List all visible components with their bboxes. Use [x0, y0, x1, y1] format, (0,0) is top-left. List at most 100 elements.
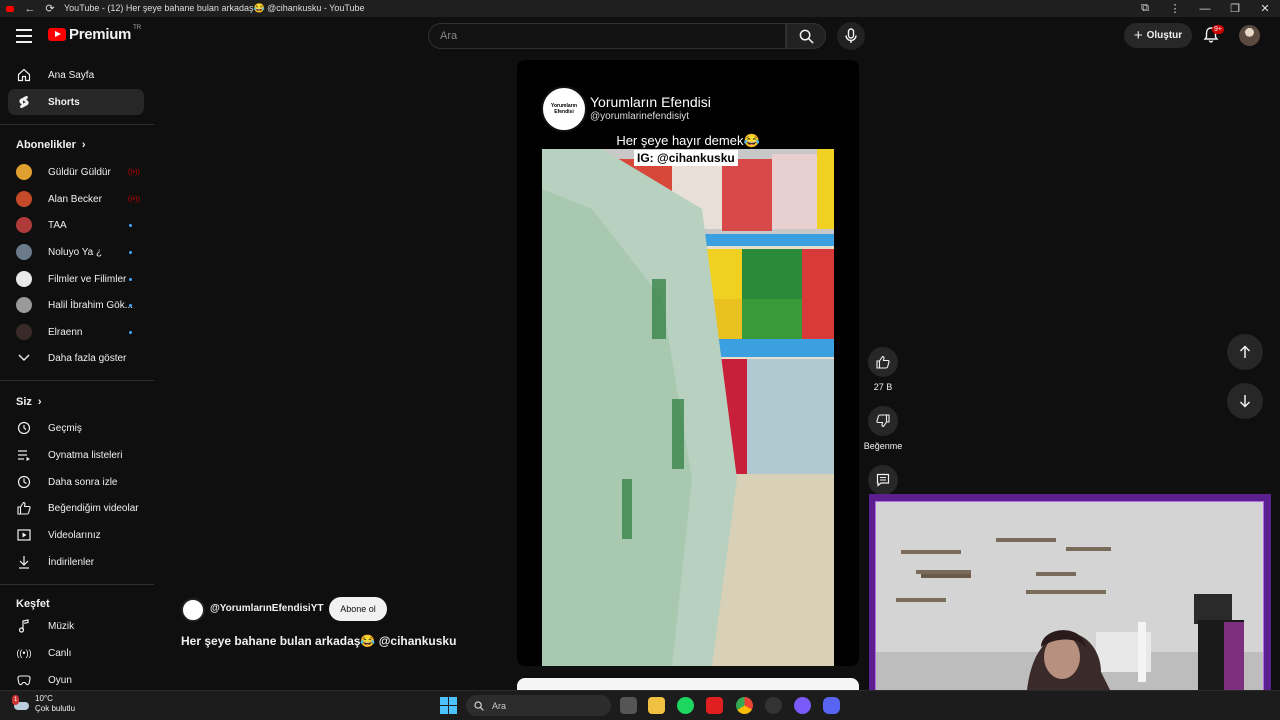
sidebar-item-subscription[interactable]: Halil İbrahim Gök...	[8, 292, 144, 318]
sidebar-item-label: Alan Becker	[48, 193, 102, 205]
sidebar-item-music[interactable]: Müzik	[8, 613, 144, 639]
sidebar-item-label: Ana Sayfa	[48, 69, 95, 81]
playlists-icon	[17, 448, 31, 462]
comment-icon	[876, 473, 890, 487]
previous-short-button[interactable]	[1227, 334, 1263, 370]
close-button[interactable]: ✕	[1250, 0, 1280, 17]
more-options-icon[interactable]: ⋮	[1160, 0, 1190, 17]
back-icon[interactable]: ←	[20, 0, 40, 17]
sidebar-item-label: Noluyo Ya ¿	[48, 246, 103, 258]
explore-heading: Keşfet	[16, 598, 50, 610]
you-heading[interactable]: Siz ›	[16, 396, 42, 408]
sidebar-item-liked-videos[interactable]: Beğendiğim videolar	[8, 495, 144, 521]
create-label: Oluştur	[1146, 30, 1183, 41]
your-videos-icon	[17, 528, 31, 542]
chevron-right-icon: ›	[81, 139, 86, 151]
thumbs-up-icon	[17, 501, 31, 515]
sidebar-item-playlists[interactable]: Oynatma listeleri	[8, 442, 144, 468]
search-input[interactable]: Ara	[428, 23, 786, 49]
channel-avatar	[16, 191, 32, 207]
voice-search-button[interactable]	[837, 22, 865, 50]
chrome-icon[interactable]	[736, 697, 753, 714]
subscriptions-heading[interactable]: Abonelikler ›	[16, 139, 86, 151]
windows-start-icon[interactable]	[440, 697, 457, 714]
logo-text: Premium	[69, 26, 132, 43]
arrow-up-icon	[1239, 345, 1251, 358]
reload-icon[interactable]: ⟳	[40, 0, 60, 17]
like-action[interactable]: 27 B	[866, 347, 900, 392]
show-more-button[interactable]: Daha fazla göster	[8, 345, 144, 371]
file-explorer-icon[interactable]	[648, 697, 665, 714]
like-button[interactable]	[868, 347, 898, 377]
taskbar-search-placeholder: Ara	[492, 700, 507, 711]
channel-avatar	[16, 217, 32, 233]
sidebar-item-label: İndirilenler	[48, 556, 95, 568]
plus-icon: +	[1133, 27, 1143, 44]
channel-avatar	[16, 244, 32, 260]
like-count: 27 B	[873, 382, 893, 392]
sidebar-item-subscription[interactable]: Güldür Güldür ((•))	[8, 159, 144, 185]
minimize-button[interactable]: —	[1190, 0, 1220, 17]
next-short-preview[interactable]	[517, 678, 859, 690]
create-button[interactable]: + Oluştur	[1124, 23, 1192, 48]
discord-icon[interactable]	[823, 697, 840, 714]
search-icon	[799, 29, 814, 44]
subscribe-label: Abone ol	[340, 604, 376, 614]
recording-app-icon[interactable]	[706, 697, 723, 714]
restore-button[interactable]: ❐	[1220, 0, 1250, 17]
chevron-right-icon: ›	[37, 396, 42, 408]
new-content-dot	[129, 330, 132, 334]
sidebar-item-live[interactable]: ((•)) Canlı	[8, 640, 144, 666]
sidebar-item-label: Videolarınız	[48, 529, 101, 541]
channel-avatar	[16, 324, 32, 340]
search-button[interactable]	[786, 23, 826, 49]
sidebar-item-shorts[interactable]: Shorts	[8, 89, 144, 115]
menu-icon[interactable]	[16, 29, 32, 43]
video-frame[interactable]	[542, 149, 834, 666]
subscribe-button[interactable]: Abone ol	[329, 597, 387, 621]
sidebar-item-watch-later[interactable]: Daha sonra izle	[8, 469, 144, 495]
sidebar-item-label: Halil İbrahim Gök...	[48, 299, 134, 311]
steam-icon[interactable]	[765, 697, 782, 714]
webcam-feed	[875, 501, 1264, 711]
comments-action[interactable]	[866, 465, 900, 495]
weather-badge: 1	[12, 695, 20, 705]
sidebar-item-subscription[interactable]: Elraenn	[8, 319, 144, 345]
youtube-logo[interactable]: Premium TR	[48, 24, 142, 43]
spotify-icon[interactable]	[677, 697, 694, 714]
sidebar-item-label: Canlı	[48, 647, 72, 659]
sidebar-item-your-videos[interactable]: Videolarınız	[8, 522, 144, 548]
channel-avatar	[16, 297, 32, 313]
dislike-action[interactable]: Beğenme	[863, 406, 903, 451]
sidebar-item-subscription[interactable]: Noluyo Ya ¿	[8, 239, 144, 265]
comments-button[interactable]	[868, 465, 898, 495]
extensions-icon[interactable]: ⧉	[1130, 0, 1160, 17]
account-avatar[interactable]	[1239, 25, 1260, 46]
next-short-button[interactable]	[1227, 383, 1263, 419]
sidebar-item-subscription[interactable]: Filmler ve Filimler	[8, 266, 144, 292]
new-content-dot	[129, 303, 132, 307]
live-indicator-icon: ((•))	[128, 196, 140, 203]
sidebar-item-downloads[interactable]: İndirilenler	[8, 549, 144, 575]
channel-avatar[interactable]	[181, 598, 205, 622]
webcam-overlay	[869, 494, 1271, 718]
dislike-label: Beğenme	[863, 441, 903, 451]
new-content-dot	[129, 223, 132, 227]
dislike-button[interactable]	[868, 406, 898, 436]
short-title[interactable]: Her şeye bahane bulan arkadaş😂 @cihankus…	[181, 634, 456, 648]
app-icon[interactable]	[794, 697, 811, 714]
shorts-player[interactable]: Yorumların Efendisi Yorumların Efendisi …	[517, 60, 859, 666]
live-indicator-icon: ((•))	[128, 169, 140, 176]
youtube-header: Premium TR Ara + Oluştur 9+	[0, 17, 1280, 57]
sidebar-item-subscription[interactable]: Alan Becker ((•))	[8, 186, 144, 212]
weather-widget[interactable]: 1 10°C Çok bulutlu	[12, 694, 75, 714]
window-title: YouTube - (12) Her şeye bahane bulan ark…	[64, 3, 365, 13]
sidebar-item-history[interactable]: Geçmiş	[8, 415, 144, 441]
taskbar-search[interactable]: Ara	[466, 695, 611, 716]
sidebar-item-home[interactable]: Ana Sayfa	[8, 62, 144, 88]
sidebar-item-subscription[interactable]: TAA	[8, 212, 144, 238]
sidebar-divider	[0, 584, 154, 585]
logo-country-badge: TR	[133, 24, 142, 31]
task-view-icon[interactable]	[620, 697, 637, 714]
channel-handle[interactable]: @YorumlarınEfendisiYT	[210, 603, 323, 614]
